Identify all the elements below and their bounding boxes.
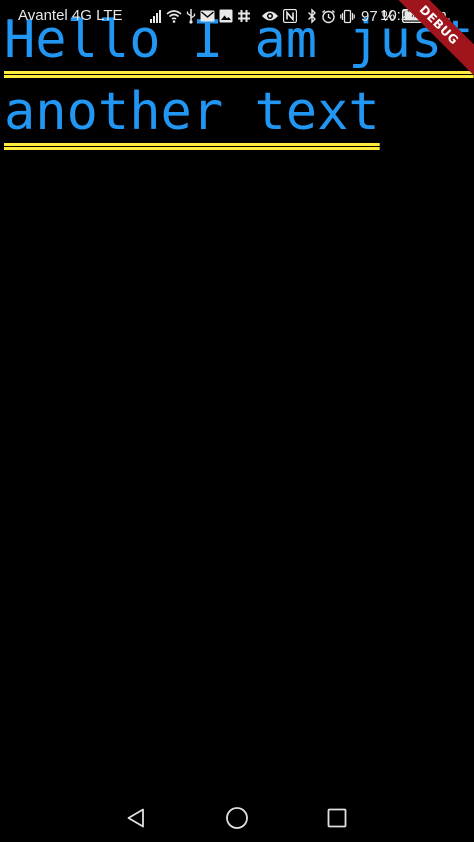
navigation-bar [0,794,474,842]
wifi-icon [166,7,182,25]
nfc-icon [283,7,297,25]
usb-icon [186,7,196,25]
home-button[interactable] [221,802,253,834]
back-icon [127,808,144,828]
alarm-icon [321,7,336,25]
bluetooth-icon [307,7,317,25]
gmail-icon [200,7,215,25]
recents-button[interactable] [321,802,353,834]
status-bar: Avantel 4G LTE 97 % 10:21 p.m. [0,0,474,32]
clock: 10:21 p.m. [380,7,451,24]
image-icon [219,7,233,25]
vibrate-icon [340,7,355,25]
carrier-label: Avantel 4G LTE [18,7,123,24]
recents-icon [327,808,347,828]
back-button[interactable] [120,802,152,834]
signal-icon [150,7,162,25]
slack-icon [237,7,251,25]
home-icon [226,807,248,829]
eye-icon [261,7,279,25]
